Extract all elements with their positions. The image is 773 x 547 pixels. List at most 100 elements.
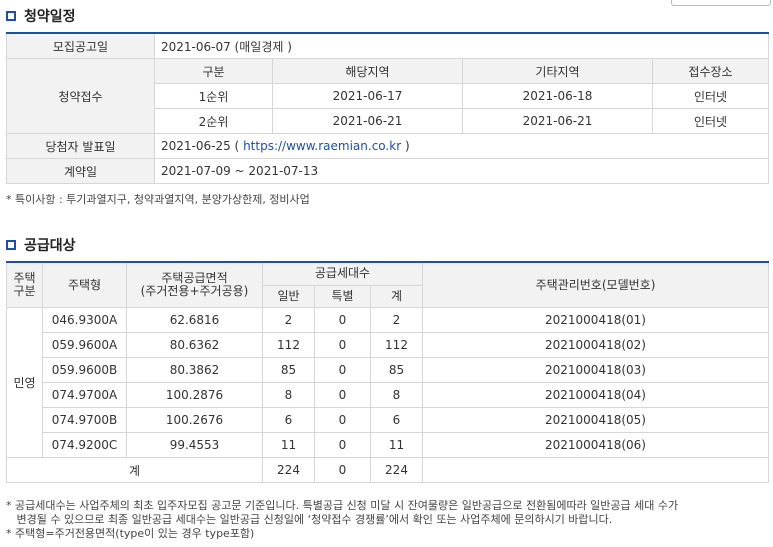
special-cell: 0	[314, 307, 371, 333]
apply-header: 접수장소	[651, 58, 770, 84]
apply-header: 구분	[154, 58, 273, 84]
general-header: 일반	[262, 284, 315, 308]
total-cell: 2	[370, 307, 423, 333]
schedule-title-text: 청약일정	[24, 9, 76, 25]
table-row: 074.9200C 99.4553 11 0 11 2021000418(06)	[7, 432, 769, 458]
header-text: 주택	[13, 271, 36, 285]
apply-cell: 2021-06-21	[462, 108, 653, 134]
general-cell: 2	[262, 307, 315, 333]
winner-link[interactable]: https://www.raemian.co.kr	[243, 139, 401, 153]
house-type-cell: 059.9600A	[42, 332, 127, 358]
winner-date: 2021-06-25 (	[161, 139, 244, 153]
house-type-cell: 046.9300A	[42, 307, 127, 333]
general-cell: 6	[262, 407, 315, 433]
apply-cell: 2021-06-18	[462, 83, 653, 109]
winner-label: 당첨자 발표일	[6, 133, 155, 159]
supply-notes: * 공급세대수는 사업주체의 최초 입주자모집 공고문 기준입니다. 특별공급 …	[6, 499, 678, 541]
table-row: 059.9600A 80.6362 112 0 112 2021000418(0…	[7, 332, 769, 358]
group-label: 민영	[6, 307, 43, 458]
area-cell: 80.3862	[126, 357, 263, 383]
general-cell: 85	[262, 357, 315, 383]
schedule-table: 모집공고일 2021-06-07 (매일경제 ) 청약접수 구분 해당지역 기타…	[6, 32, 770, 184]
total-cell: 8	[370, 382, 423, 408]
total-cell: 85	[370, 357, 423, 383]
total-model-no	[422, 457, 769, 483]
model-no-cell: 2021000418(03)	[422, 357, 769, 383]
notice-row: 모집공고일 2021-06-07 (매일경제 )	[6, 32, 770, 59]
winner-close: )	[401, 139, 410, 153]
special-cell: 0	[314, 382, 371, 408]
header-text: (주거전용+주거공용)	[140, 284, 249, 298]
table-row: 074.9700A 100.2876 8 0 8 2021000418(04)	[7, 382, 769, 408]
supply-header-row: 주택 구분 주택형 주택공급면적 (주거전용+주거공용) 공급세대수 주택관리번호(…	[6, 261, 769, 308]
header-text: 구분	[13, 284, 36, 298]
house-type-cell: 074.9700A	[42, 382, 127, 408]
total-cell: 6	[370, 407, 423, 433]
model-no-cell: 2021000418(01)	[422, 307, 769, 333]
area-cell: 100.2676	[126, 407, 263, 433]
apply-cell: 2순위	[154, 108, 273, 134]
house-type-header: 주택형	[42, 261, 127, 308]
apply-header: 해당지역	[272, 58, 463, 84]
units-header: 공급세대수	[262, 261, 423, 286]
general-cell: 112	[262, 332, 315, 358]
apply-cell: 인터넷	[651, 108, 770, 134]
contract-label: 계약일	[6, 158, 155, 184]
general-cell: 11	[262, 432, 315, 458]
area-cell: 99.4553	[126, 432, 263, 458]
apply-header-row: 청약접수 구분 해당지역 기타지역 접수장소	[6, 58, 770, 134]
table-row: 민영 046.9300A 62.6816 2 0 2 2021000418(01…	[6, 307, 769, 458]
model-no-cell: 2021000418(06)	[422, 432, 769, 458]
apply-cell: 2021-06-21	[272, 108, 463, 134]
supply-note: * 주택형=주거전용면적(type이 있는 경우 type포함)	[6, 527, 255, 540]
special-cell: 0	[314, 432, 371, 458]
area-cell: 62.6816	[126, 307, 263, 333]
square-bullet-icon	[6, 11, 16, 21]
winner-value: 2021-06-25 ( https://www.raemian.co.kr )	[153, 133, 770, 159]
model-no-cell: 2021000418(04)	[422, 382, 769, 408]
apply-header: 기타지역	[462, 58, 653, 84]
house-type-cell: 074.9700B	[42, 407, 127, 433]
supply-section-title: 공급대상	[6, 235, 76, 255]
area-cell: 80.6362	[126, 332, 263, 358]
total-header: 계	[370, 284, 423, 308]
apply-label: 청약접수	[6, 58, 155, 134]
notice-label: 모집공고일	[6, 32, 155, 59]
special-note: * 특이사항 : 투기과열지구, 청약과열지역, 분양가상한제, 정비사업	[6, 193, 310, 206]
total-total: 224	[370, 457, 423, 483]
supply-note: * 공급세대수는 사업주체의 최초 입주자모집 공고문 기준입니다. 특별공급 …	[6, 499, 679, 512]
model-no-cell: 2021000418(05)	[422, 407, 769, 433]
special-cell: 0	[314, 332, 371, 358]
area-header: 주택공급면적 (주거전용+주거공용)	[126, 261, 263, 308]
model-no-cell: 2021000418(02)	[422, 332, 769, 358]
total-general: 224	[262, 457, 315, 483]
apply-cell: 인터넷	[651, 83, 770, 109]
total-cell: 112	[370, 332, 423, 358]
general-cell: 8	[262, 382, 315, 408]
supply-table: 주택 구분 주택형 주택공급면적 (주거전용+주거공용) 공급세대수 주택관리번호(…	[6, 261, 769, 483]
apply-cell: 1순위	[154, 83, 273, 109]
top-button[interactable]	[671, 0, 771, 6]
schedule-section-title: 청약일정	[6, 6, 76, 26]
square-bullet-icon	[6, 240, 16, 250]
apply-cell: 2021-06-17	[272, 83, 463, 109]
special-cell: 0	[314, 407, 371, 433]
supply-title-text: 공급대상	[24, 238, 76, 254]
winner-row: 당첨자 발표일 2021-06-25 ( https://www.raemian…	[6, 133, 770, 159]
special-cell: 0	[314, 357, 371, 383]
special-header: 특별	[314, 284, 371, 308]
total-row: 계 224 0 224	[6, 457, 769, 483]
table-row: 074.9700B 100.2676 6 0 6 2021000418(05)	[7, 407, 769, 433]
notice-value: 2021-06-07 (매일경제 )	[153, 32, 770, 59]
type-group-header: 주택 구분	[6, 261, 43, 308]
total-special: 0	[314, 457, 371, 483]
header-text: 주택공급면적	[161, 271, 228, 285]
table-row: 059.9600B 80.3862 85 0 85 2021000418(03)	[7, 357, 769, 383]
contract-row: 계약일 2021-07-09 ~ 2021-07-13	[6, 158, 770, 184]
house-type-cell: 059.9600B	[42, 357, 127, 383]
supply-note: 변경될 수 있으므로 최종 일반공급 세대수는 일반공급 신청일에 ‘청약접수 …	[6, 513, 613, 526]
house-type-cell: 074.9200C	[42, 432, 127, 458]
area-cell: 100.2876	[126, 382, 263, 408]
total-label: 계	[6, 457, 263, 483]
total-cell: 11	[370, 432, 423, 458]
